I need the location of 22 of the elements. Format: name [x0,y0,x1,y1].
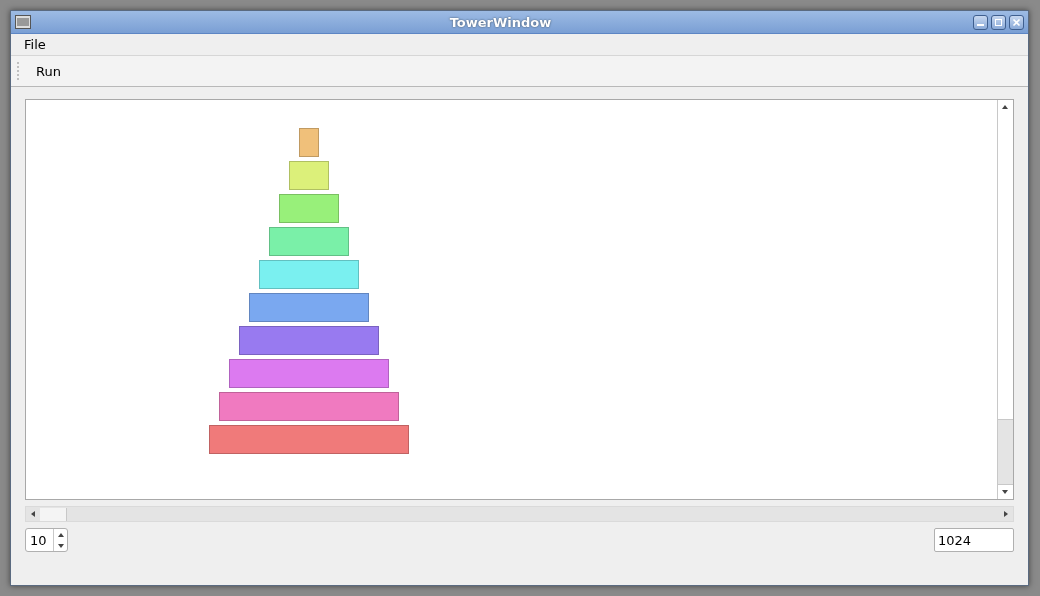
scroll-right-icon[interactable] [1002,510,1010,518]
window-title: TowerWindow [448,14,553,30]
maximize-icon [994,17,1003,27]
horizontal-scrollbar[interactable] [25,506,1014,522]
window-icon [15,15,31,29]
menu-item[interactable]: File [15,37,55,52]
scroll-thumb[interactable] [40,507,67,521]
spin-box[interactable]: 10 [25,528,68,552]
minimize-icon [977,23,984,26]
close-icon [1012,17,1021,27]
close-button[interactable] [1009,14,1024,30]
scroll-thumb[interactable] [998,419,1013,485]
scroll-up-icon[interactable] [1001,103,1009,111]
scroll-down-icon[interactable] [1001,488,1009,496]
vertical-scrollbar[interactable] [997,100,1013,499]
spin-down-icon[interactable] [56,541,65,550]
run-button[interactable]: Run [32,61,65,81]
toolbar-grip[interactable] [17,62,22,80]
minimize-button[interactable] [973,14,988,30]
moves-field[interactable]: 1024 [934,528,1014,552]
maximize-button[interactable] [991,14,1006,30]
scroll-left-icon[interactable] [29,510,37,518]
